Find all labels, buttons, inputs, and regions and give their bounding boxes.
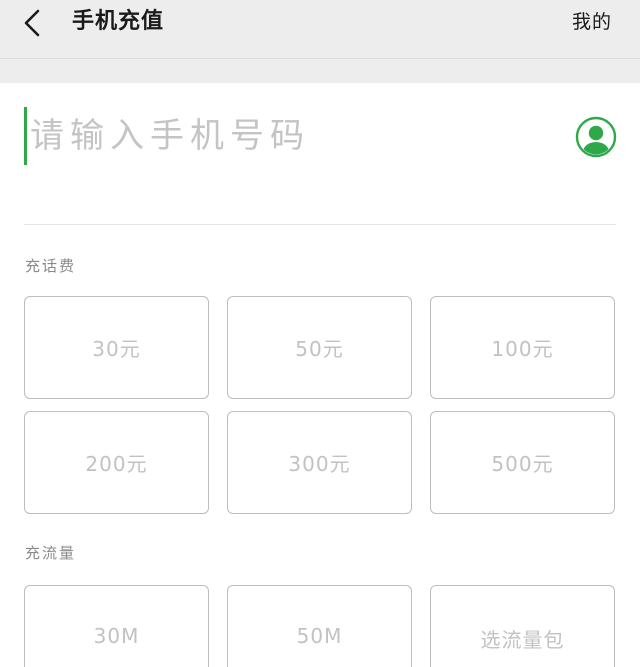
text-caret xyxy=(24,107,27,165)
credit-option-500[interactable]: 500元 xyxy=(430,411,615,514)
section-gap xyxy=(0,59,640,83)
input-divider xyxy=(24,224,616,225)
credit-option-300[interactable]: 300元 xyxy=(227,411,412,514)
credit-option-50[interactable]: 50元 xyxy=(227,296,412,399)
chevron-left-icon xyxy=(24,9,40,37)
data-option-select-pack[interactable]: 选流量包 xyxy=(430,585,615,667)
credit-option-200[interactable]: 200元 xyxy=(24,411,209,514)
data-plan-section-label: 充流量 xyxy=(25,544,77,562)
top-bar: 手机充值 我的 xyxy=(0,0,640,58)
data-option-30m[interactable]: 30M xyxy=(24,585,209,667)
phone-number-input[interactable] xyxy=(30,105,510,167)
my-account-link[interactable]: 我的 xyxy=(572,7,612,37)
phone-input-row xyxy=(0,83,640,225)
credit-option-30[interactable]: 30元 xyxy=(24,296,209,399)
contact-picker-button[interactable] xyxy=(575,116,617,158)
call-credit-section-label: 充话费 xyxy=(25,257,77,275)
back-button[interactable] xyxy=(14,5,50,41)
page-title: 手机充值 xyxy=(72,9,165,34)
credit-option-100[interactable]: 100元 xyxy=(430,296,615,399)
data-option-50m[interactable]: 50M xyxy=(227,585,412,667)
contact-person-icon xyxy=(575,116,617,158)
